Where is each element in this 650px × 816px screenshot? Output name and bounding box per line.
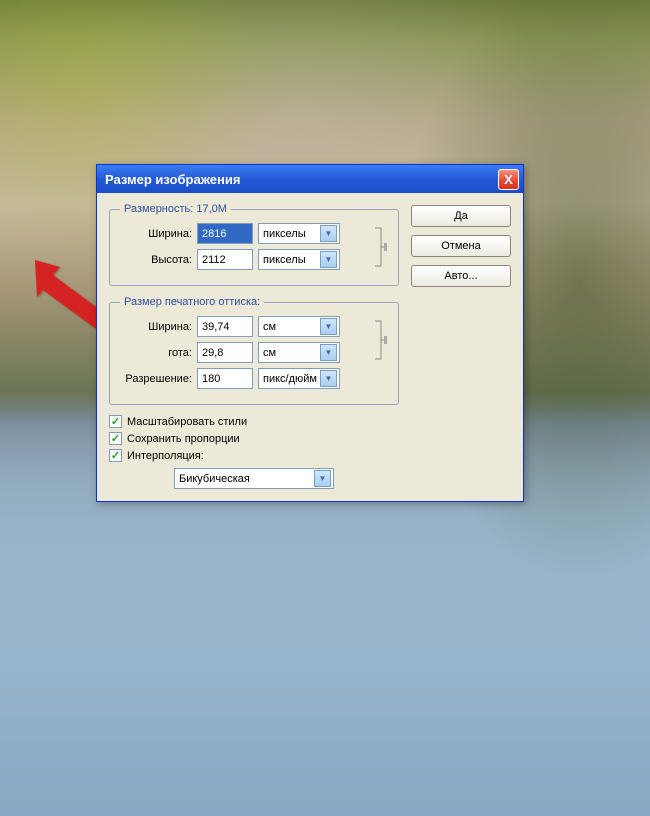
pixel-height-input[interactable] [197, 249, 253, 270]
height-label: Высота: [120, 254, 192, 266]
constrain-proportions-label: Сохранить пропорции [127, 433, 240, 445]
link-icon [373, 316, 388, 368]
pixel-width-unit-select[interactable]: пикселы ▼ [258, 223, 340, 244]
chevron-down-icon: ▼ [320, 318, 337, 335]
print-size-group: Размер печатного оттиска: Ширина: см ▼ [109, 296, 399, 405]
select-value: пикселы [263, 228, 306, 240]
print-width-unit-select[interactable]: см ▼ [258, 316, 340, 337]
chevron-down-icon: ▼ [320, 225, 337, 242]
dialog-title: Размер изображения [105, 172, 240, 187]
width-label: Ширина: [120, 228, 192, 240]
print-height-row: гота: см ▼ [120, 342, 370, 363]
link-icon [373, 223, 388, 275]
select-value: см [263, 321, 276, 333]
chevron-down-icon: ▼ [320, 251, 337, 268]
checkbox-icon: ✓ [109, 432, 122, 445]
checkbox-icon: ✓ [109, 449, 122, 462]
print-width-row: Ширина: см ▼ [120, 316, 370, 337]
scale-styles-label: Масштабировать стили [127, 416, 247, 428]
checkbox-icon: ✓ [109, 415, 122, 428]
pixel-dimensions-group: Размерность: 17,0M Ширина: пикселы ▼ [109, 203, 399, 286]
interpolation-label: Интерполяция: [127, 450, 204, 462]
resolution-row: Разрешение: пикс/дюйм ▼ [120, 368, 388, 389]
cancel-button[interactable]: Отмена [411, 235, 511, 257]
pixel-height-unit-select[interactable]: пикселы ▼ [258, 249, 340, 270]
resolution-label: Разрешение: [120, 373, 192, 385]
constrain-proportions-row[interactable]: ✓ Сохранить пропорции [109, 432, 399, 445]
pixel-link-group: Ширина: пикселы ▼ Высота: пикселы [120, 223, 388, 275]
image-size-dialog: Размер изображения X Размерность: 17,0M … [96, 164, 524, 502]
interpolation-row[interactable]: ✓ Интерполяция: [109, 449, 399, 462]
print-height-label: гота: [120, 347, 192, 359]
pixel-width-row: Ширина: пикселы ▼ [120, 223, 370, 244]
chevron-down-icon: ▼ [320, 370, 337, 387]
pixel-width-input[interactable] [197, 223, 253, 244]
resolution-input[interactable] [197, 368, 253, 389]
scale-styles-row[interactable]: ✓ Масштабировать стили [109, 415, 399, 428]
select-value: пикс/дюйм [263, 373, 317, 385]
resolution-unit-select[interactable]: пикс/дюйм ▼ [258, 368, 340, 389]
select-value: Бикубическая [179, 473, 250, 485]
print-size-legend: Размер печатного оттиска: [120, 296, 264, 308]
interpolation-select-row: Бикубическая ▼ [109, 468, 399, 489]
print-height-input[interactable] [197, 342, 253, 363]
pixel-dimensions-legend: Размерность: 17,0M [120, 203, 231, 215]
close-button[interactable]: X [498, 169, 519, 190]
chevron-down-icon: ▼ [320, 344, 337, 361]
interpolation-method-select[interactable]: Бикубическая ▼ [174, 468, 334, 489]
select-value: см [263, 347, 276, 359]
right-column: Да Отмена Авто... [411, 203, 511, 489]
pixel-height-row: Высота: пикселы ▼ [120, 249, 370, 270]
dialog-body: Размерность: 17,0M Ширина: пикселы ▼ [97, 193, 523, 501]
ok-button[interactable]: Да [411, 205, 511, 227]
print-width-input[interactable] [197, 316, 253, 337]
left-column: Размерность: 17,0M Ширина: пикселы ▼ [109, 203, 399, 489]
titlebar[interactable]: Размер изображения X [97, 165, 523, 193]
chevron-down-icon: ▼ [314, 470, 331, 487]
print-width-label: Ширина: [120, 321, 192, 333]
print-link-group: Ширина: см ▼ гота: см [120, 316, 388, 368]
print-height-unit-select[interactable]: см ▼ [258, 342, 340, 363]
select-value: пикселы [263, 254, 306, 266]
auto-button[interactable]: Авто... [411, 265, 511, 287]
close-icon: X [504, 172, 513, 187]
